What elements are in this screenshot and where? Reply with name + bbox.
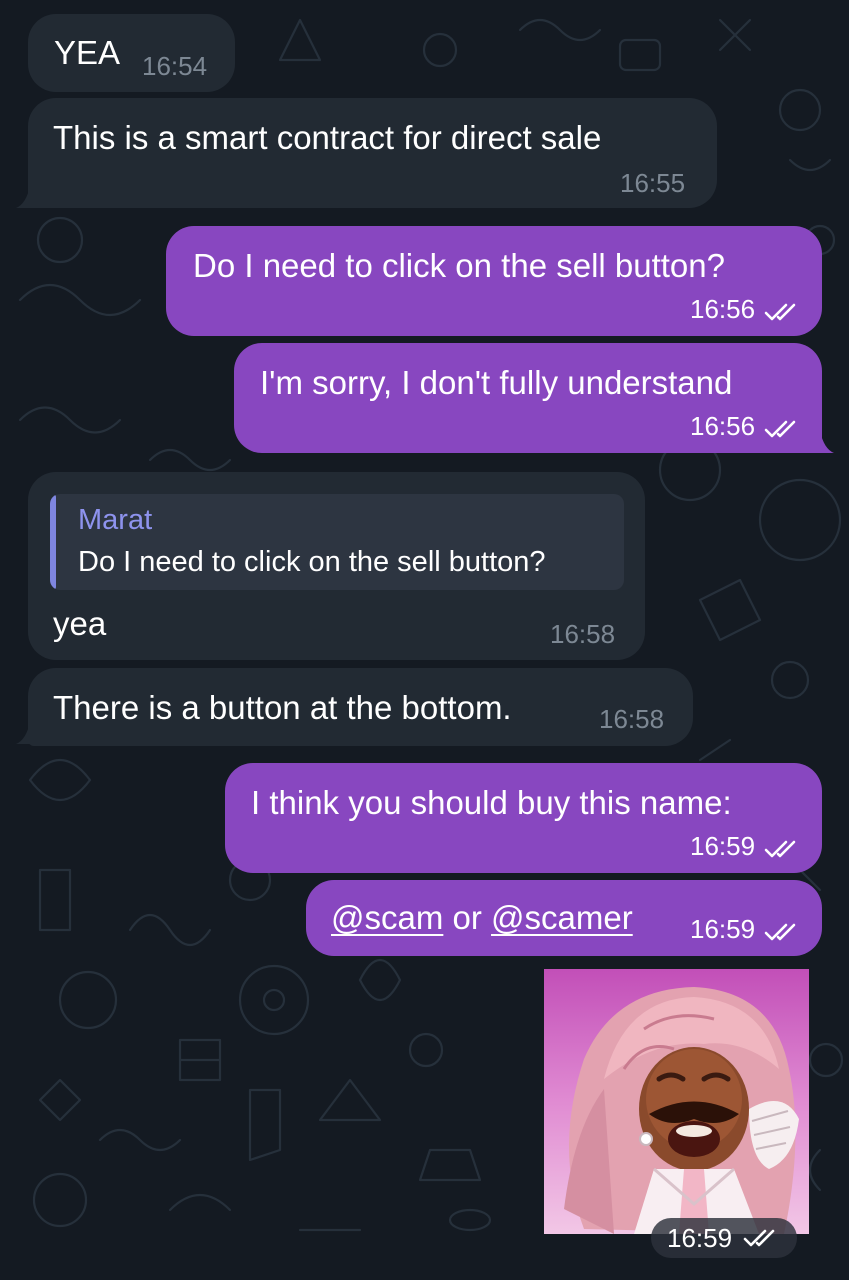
bubble-tail bbox=[814, 431, 834, 453]
sticker-image[interactable] bbox=[544, 969, 809, 1234]
double-check-icon bbox=[743, 1229, 775, 1247]
message-time: 16:54 bbox=[142, 51, 208, 81]
message-time: 16:58 bbox=[599, 704, 665, 734]
message-connector-text: or bbox=[452, 899, 482, 936]
message-text: @scam or @scamer bbox=[331, 898, 633, 938]
chat-message-list[interactable]: YEA 16:54 This is a smart contract for d… bbox=[0, 0, 849, 1280]
message-time: 16:59 bbox=[690, 914, 756, 944]
double-check-icon bbox=[764, 303, 796, 321]
reply-accent-bar bbox=[50, 494, 56, 590]
message-time: 16:55 bbox=[620, 168, 686, 198]
mention-link[interactable]: @scam bbox=[331, 899, 443, 936]
message-time: 16:56 bbox=[690, 294, 756, 324]
bubble-tail bbox=[16, 722, 36, 744]
anime-character-sticker bbox=[544, 969, 809, 1234]
message-text: There is a button at the bottom. bbox=[53, 689, 512, 726]
double-check-icon bbox=[764, 923, 796, 941]
reply-quoted-text: Do I need to click on the sell button? bbox=[78, 546, 546, 578]
reply-author-name: Marat bbox=[78, 504, 153, 536]
sticker-time-badge: 16:59 bbox=[651, 1218, 797, 1258]
mention-link[interactable]: @scamer bbox=[491, 899, 633, 936]
message-text: I'm sorry, I don't fully understand bbox=[260, 364, 733, 401]
message-text: This is a smart contract for direct sale bbox=[53, 119, 602, 156]
outgoing-message[interactable]: I'm sorry, I don't fully understand 16:5… bbox=[234, 343, 822, 453]
reply-preview[interactable]: Marat Do I need to click on the sell but… bbox=[50, 494, 624, 590]
bubble-tail bbox=[16, 186, 36, 208]
double-check-icon bbox=[764, 420, 796, 438]
message-time: 16:59 bbox=[690, 831, 756, 861]
message-text: I think you should buy this name: bbox=[251, 784, 732, 821]
incoming-message[interactable]: YEA 16:54 bbox=[28, 14, 235, 92]
outgoing-message[interactable]: Do I need to click on the sell button? 1… bbox=[166, 226, 822, 336]
double-check-icon bbox=[764, 840, 796, 858]
outgoing-message[interactable]: @scam or @scamer 16:59 bbox=[306, 880, 822, 956]
message-text: Do I need to click on the sell button? bbox=[193, 247, 725, 284]
message-time: 16:58 bbox=[550, 619, 616, 649]
incoming-reply-message[interactable]: Marat Do I need to click on the sell but… bbox=[28, 472, 645, 660]
message-time: 16:56 bbox=[690, 411, 756, 441]
message-text: YEA bbox=[54, 34, 121, 71]
incoming-message[interactable]: This is a smart contract for direct sale… bbox=[28, 98, 717, 208]
message-time: 16:59 bbox=[667, 1223, 733, 1253]
incoming-message[interactable]: There is a button at the bottom. 16:58 bbox=[28, 668, 693, 746]
outgoing-message[interactable]: I think you should buy this name: 16:59 bbox=[225, 763, 822, 873]
message-text: yea bbox=[53, 605, 107, 642]
